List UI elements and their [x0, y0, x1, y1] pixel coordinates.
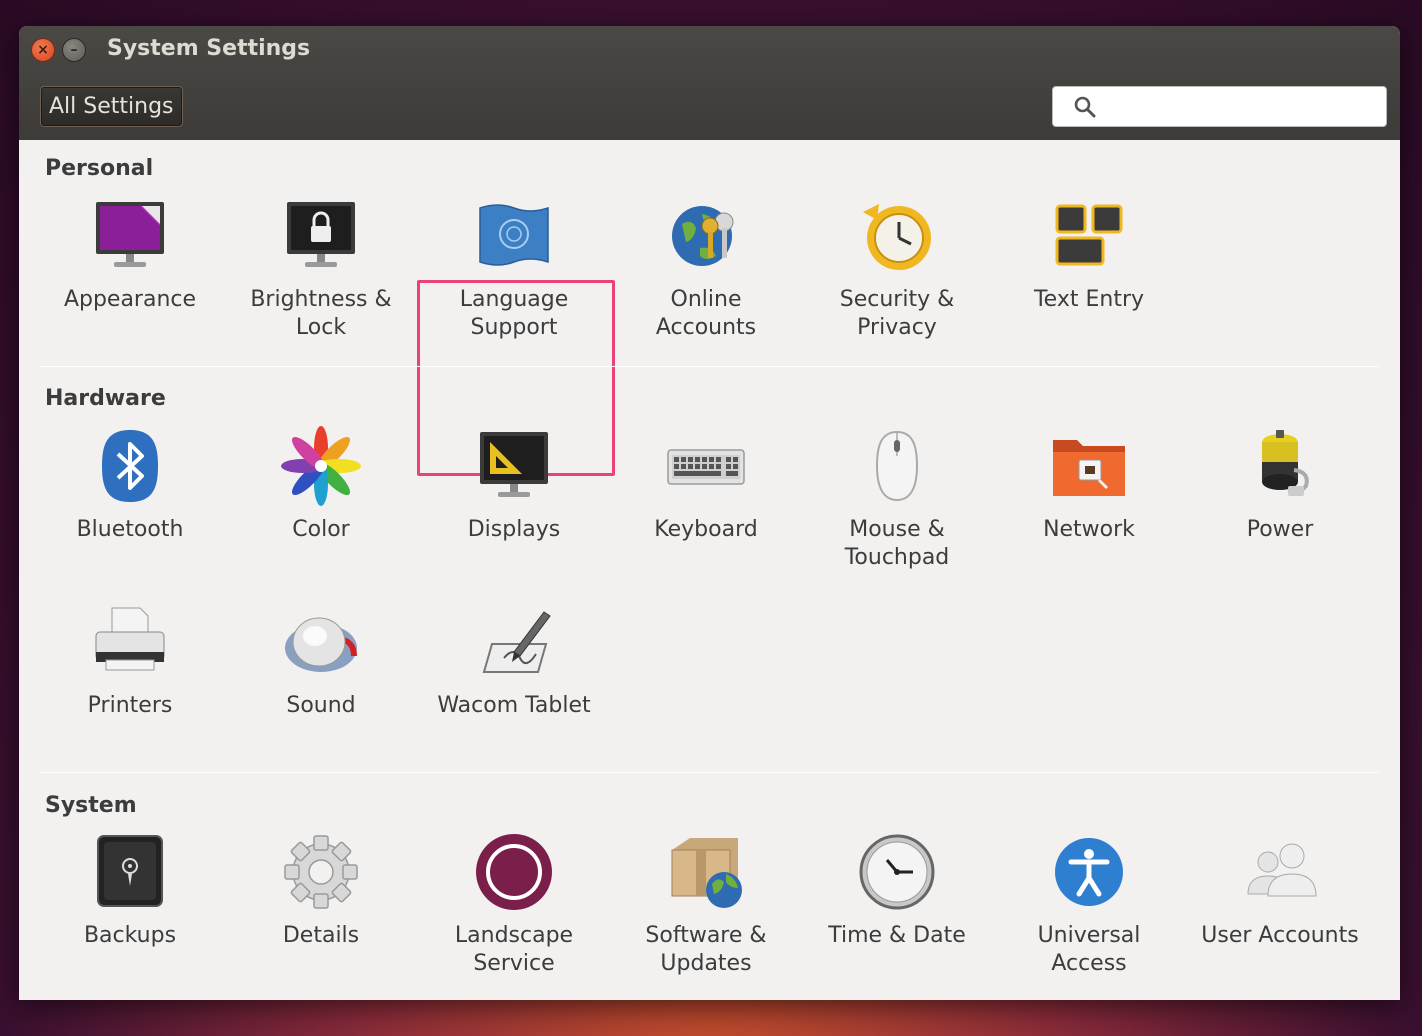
- appearance-icon: [96, 202, 164, 267]
- keyboard-icon: [667, 449, 745, 485]
- settings-content: Personal Appearance Brightness & Lock La…: [19, 140, 1400, 1000]
- item-network[interactable]: Network: [994, 426, 1184, 544]
- item-label: Color: [292, 517, 350, 542]
- globe-keys-icon: [672, 206, 734, 266]
- item-user-accounts[interactable]: User Accounts: [1185, 832, 1375, 950]
- item-keyboard[interactable]: Keyboard: [611, 426, 801, 544]
- item-wacom-tablet[interactable]: Wacom Tablet: [419, 602, 609, 720]
- item-online-accounts[interactable]: Online Accounts: [611, 196, 801, 342]
- battery-plug-icon: [1262, 430, 1309, 496]
- item-label: Brightness & Lock: [250, 287, 392, 340]
- item-label: Security & Privacy: [839, 287, 955, 340]
- item-mouse-touchpad[interactable]: Mouse & Touchpad: [802, 426, 992, 572]
- section-title-personal: Personal: [45, 156, 154, 181]
- printer-icon: [95, 607, 165, 671]
- section-separator: [40, 772, 1379, 773]
- item-bluetooth[interactable]: Bluetooth: [35, 426, 225, 544]
- close-window-button[interactable]: ×: [31, 38, 55, 62]
- item-label: Text Entry: [1033, 287, 1145, 312]
- search-box[interactable]: [1052, 86, 1387, 127]
- landscape-circle-icon: [476, 834, 552, 910]
- item-label: Mouse & Touchpad: [844, 517, 950, 570]
- clock-icon: [859, 834, 935, 910]
- item-label: Network: [1043, 517, 1135, 542]
- item-label: Displays: [467, 517, 561, 542]
- flag-icon: [479, 204, 549, 266]
- window-title: System Settings: [107, 36, 311, 61]
- all-settings-button[interactable]: All Settings: [40, 86, 183, 127]
- item-label: Appearance: [63, 287, 197, 312]
- item-displays[interactable]: Displays: [419, 426, 609, 544]
- accessibility-icon: [1055, 838, 1123, 906]
- item-label: Keyboard: [654, 517, 758, 542]
- item-label: Sound: [286, 693, 356, 718]
- displays-icon: [480, 432, 548, 497]
- package-globe-icon: [671, 838, 742, 908]
- item-landscape-service[interactable]: Landscape Service: [419, 832, 609, 978]
- close-icon: ×: [37, 42, 49, 58]
- item-label: Universal Access: [1037, 923, 1141, 976]
- item-label: Online Accounts: [655, 287, 757, 340]
- minimize-window-button[interactable]: –: [62, 38, 86, 62]
- item-label: Printers: [87, 693, 173, 718]
- search-input[interactable]: [1105, 96, 1386, 117]
- item-label: Time & Date: [828, 923, 966, 948]
- bluetooth-icon: [102, 430, 158, 502]
- section-title-system: System: [45, 793, 137, 818]
- item-label: Details: [282, 923, 360, 948]
- item-label: User Accounts: [1201, 923, 1359, 948]
- titlebar: × – System Settings All Settings: [19, 26, 1400, 140]
- item-time-date[interactable]: Time & Date: [802, 832, 992, 950]
- item-label: Wacom Tablet: [437, 693, 591, 718]
- system-settings-window: × – System Settings All Settings Persona…: [19, 26, 1400, 1000]
- network-folder-icon: [1053, 440, 1125, 496]
- item-label: Landscape Service: [454, 923, 574, 976]
- security-clock-icon: [863, 204, 931, 270]
- item-power[interactable]: Power: [1185, 426, 1375, 544]
- item-label: Software & Updates: [645, 923, 767, 976]
- item-label: Bluetooth: [76, 517, 184, 542]
- users-icon: [1247, 843, 1317, 897]
- item-label: Backups: [83, 923, 177, 948]
- minimize-icon: –: [70, 42, 78, 58]
- safe-icon: [97, 835, 163, 907]
- search-icon: [1074, 96, 1096, 117]
- gear-icon: [284, 835, 358, 909]
- text-entry-icon: [1055, 204, 1123, 266]
- item-backups[interactable]: Backups: [35, 832, 225, 950]
- item-sound[interactable]: Sound: [226, 602, 416, 720]
- item-label: Power: [1246, 517, 1314, 542]
- color-flower-icon: [281, 426, 361, 506]
- wacom-tablet-icon: [482, 611, 551, 673]
- item-appearance[interactable]: Appearance: [35, 196, 225, 314]
- sound-knob-icon: [285, 617, 357, 672]
- brightness-lock-icon: [287, 202, 355, 267]
- item-security-privacy[interactable]: Security & Privacy: [802, 196, 992, 342]
- item-brightness-lock[interactable]: Brightness & Lock: [226, 196, 416, 342]
- item-details[interactable]: Details: [226, 832, 416, 950]
- item-color[interactable]: Color: [226, 426, 416, 544]
- section-separator: [40, 366, 1379, 367]
- section-title-hardware: Hardware: [45, 386, 166, 411]
- item-text-entry[interactable]: Text Entry: [994, 196, 1184, 314]
- item-universal-access[interactable]: Universal Access: [994, 832, 1184, 978]
- mouse-icon: [875, 430, 919, 502]
- item-software-updates[interactable]: Software & Updates: [611, 832, 801, 978]
- item-printers[interactable]: Printers: [35, 602, 225, 720]
